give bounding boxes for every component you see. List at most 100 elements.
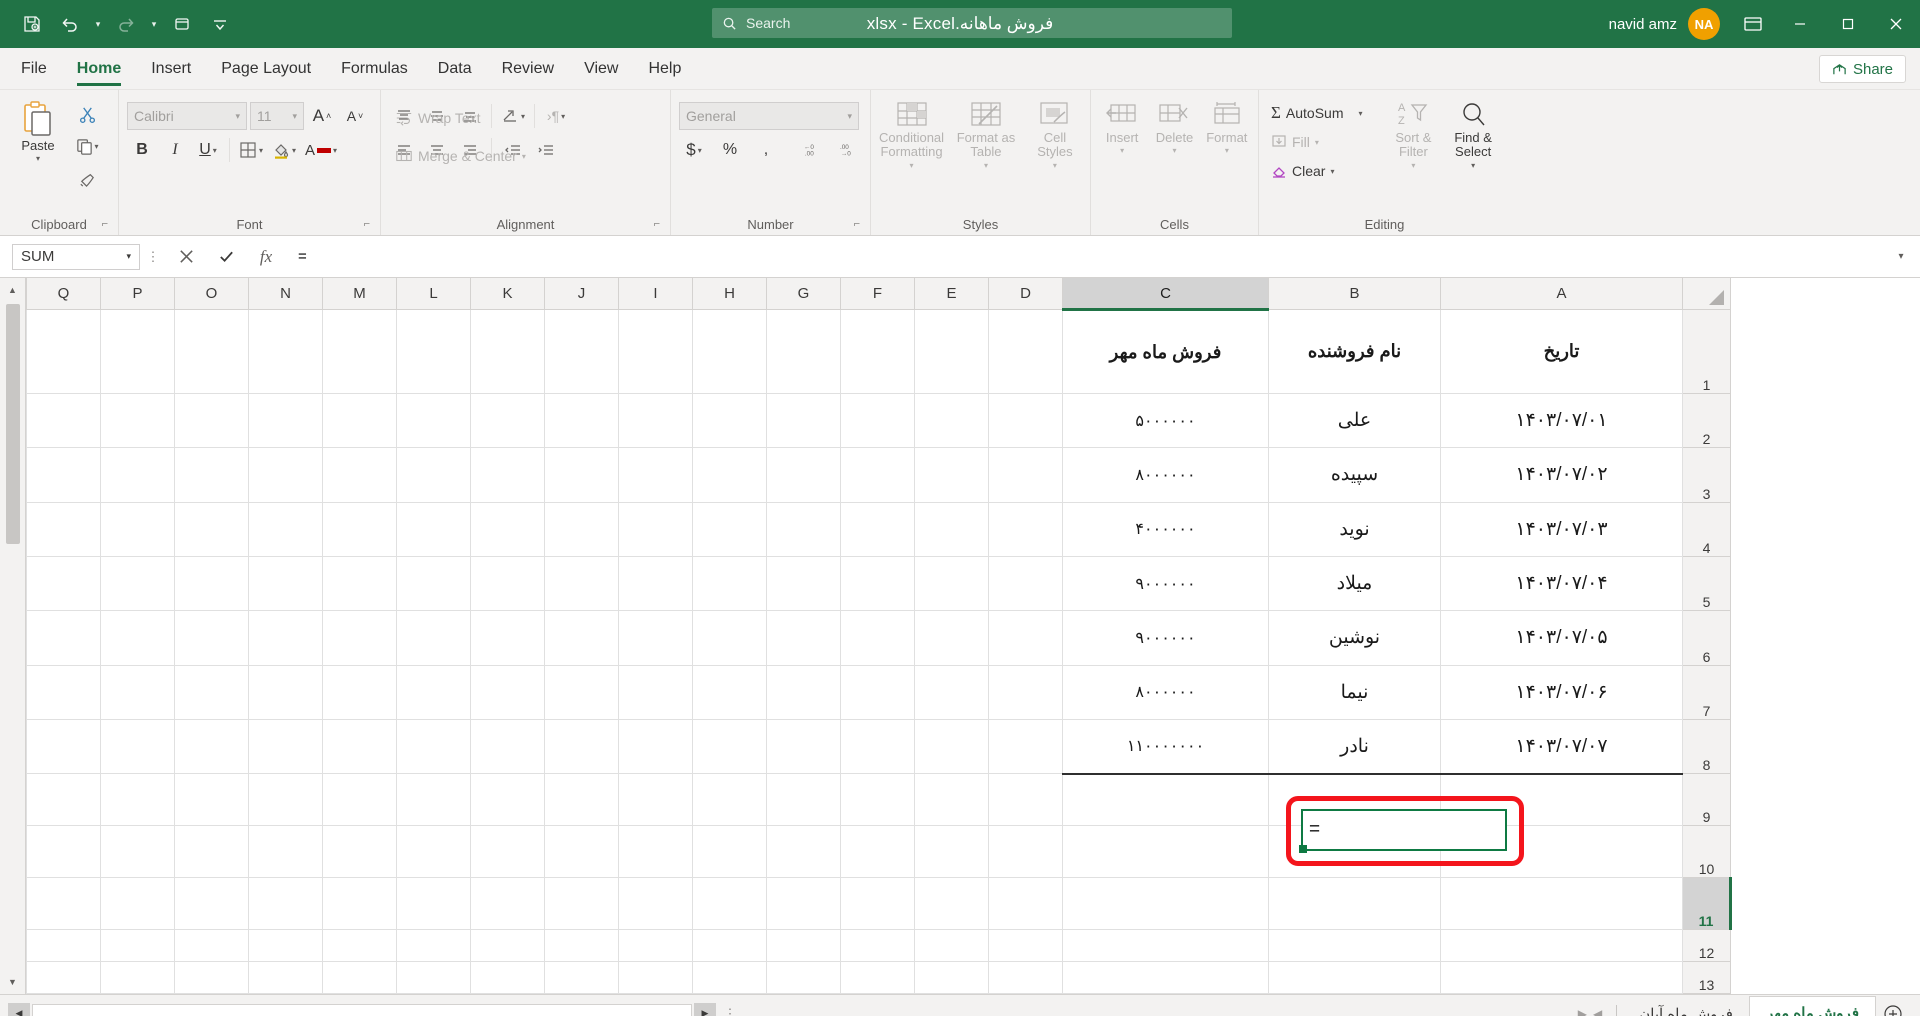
cell-Q1[interactable]	[26, 309, 101, 394]
cell-L11[interactable]	[396, 877, 471, 931]
copy-icon[interactable]: ▾	[72, 132, 102, 160]
cell-G3[interactable]	[766, 447, 841, 503]
cell-M10[interactable]	[322, 825, 397, 879]
row-header-2[interactable]: 2	[1682, 392, 1731, 449]
column-header-C[interactable]: C	[1062, 278, 1269, 312]
cell-A8[interactable]: ۱۴۰۳/۰۷/۰۷	[1440, 718, 1683, 775]
cell-M9[interactable]	[322, 773, 397, 827]
search-input[interactable]: Search	[712, 8, 1232, 38]
cell-H13[interactable]	[692, 961, 767, 994]
cell-O13[interactable]	[174, 961, 249, 994]
row-header-11[interactable]: 11	[1682, 877, 1732, 931]
cell-B5[interactable]: میلاد	[1268, 555, 1441, 612]
ribbon-display-options-icon[interactable]	[1730, 0, 1776, 48]
scroll-left-button[interactable]: ◀	[8, 1002, 30, 1016]
scroll-right-button[interactable]: ▶	[694, 1002, 716, 1016]
cell-E8[interactable]	[914, 718, 989, 775]
cell-O11[interactable]	[174, 877, 249, 931]
text-direction-button[interactable]: ›¶ ▾	[541, 102, 571, 130]
cell-G4[interactable]	[766, 501, 841, 557]
cell-A12[interactable]	[1440, 929, 1683, 963]
cell-Q11[interactable]	[26, 877, 101, 931]
cell-O8[interactable]	[174, 718, 249, 775]
cell-C13[interactable]	[1062, 961, 1269, 994]
row-header-3[interactable]: 3	[1682, 447, 1731, 503]
cell-B8[interactable]: نادر	[1268, 718, 1441, 775]
cell-L7[interactable]	[396, 664, 471, 720]
cell-E10[interactable]	[914, 825, 989, 879]
cell-B7[interactable]: نیما	[1268, 664, 1441, 720]
cell-D11[interactable]	[988, 877, 1063, 931]
font-dialog-launcher[interactable]: ⌐	[364, 218, 370, 230]
row-header-13[interactable]: 13	[1682, 961, 1731, 994]
sheet-tab-aban[interactable]: فروش ماه آبان	[1623, 996, 1749, 1016]
cell-A1[interactable]: تاریخ	[1440, 309, 1683, 394]
cell-I2[interactable]	[618, 392, 693, 449]
cell-L6[interactable]	[396, 610, 471, 666]
cell-M4[interactable]	[322, 501, 397, 557]
sheet-nav-next-icon[interactable]: ▶	[1578, 1007, 1587, 1016]
cell-G12[interactable]	[766, 929, 841, 963]
format-as-table-button[interactable]: Format as Table ▾	[954, 96, 1018, 170]
cell-D7[interactable]	[988, 664, 1063, 720]
cell-A13[interactable]	[1440, 961, 1683, 994]
column-header-O[interactable]: O	[174, 278, 249, 311]
row-header-7[interactable]: 7	[1682, 664, 1731, 720]
cell-F5[interactable]	[840, 555, 915, 612]
cell-A7[interactable]: ۱۴۰۳/۰۷/۰۶	[1440, 664, 1683, 720]
cell-O2[interactable]	[174, 392, 249, 449]
cell-P3[interactable]	[100, 447, 175, 503]
cell-I8[interactable]	[618, 718, 693, 775]
cell-P13[interactable]	[100, 961, 175, 994]
cell-N5[interactable]	[248, 555, 323, 612]
cell-E4[interactable]	[914, 501, 989, 557]
cell-H2[interactable]	[692, 392, 767, 449]
number-dialog-launcher[interactable]: ⌐	[854, 218, 860, 230]
cell-E3[interactable]	[914, 447, 989, 503]
row-header-5[interactable]: 5	[1682, 555, 1731, 612]
cell-I12[interactable]	[618, 929, 693, 963]
italic-button[interactable]: I	[160, 136, 190, 164]
cell-P1[interactable]	[100, 309, 175, 394]
fill-button[interactable]: Fill ▾	[1267, 129, 1367, 155]
cell-Q6[interactable]	[26, 610, 101, 666]
cell-L10[interactable]	[396, 825, 471, 879]
cell-M2[interactable]	[322, 392, 397, 449]
tab-insert[interactable]: Insert	[136, 49, 206, 89]
scroll-down-button[interactable]: ▼	[1, 970, 25, 994]
row-header-10[interactable]: 10	[1682, 825, 1731, 879]
close-button[interactable]	[1872, 0, 1920, 48]
cell-I9[interactable]	[618, 773, 693, 827]
cell-Q10[interactable]	[26, 825, 101, 879]
sheet-nav-prev-icon[interactable]: ◀	[1593, 1007, 1602, 1016]
vertical-scrollbar[interactable]: ▲ ▼	[0, 278, 26, 994]
cut-icon[interactable]	[72, 100, 102, 128]
cell-F11[interactable]	[840, 877, 915, 931]
cell-H1[interactable]	[692, 309, 767, 394]
cell-G1[interactable]	[766, 309, 841, 394]
column-header-M[interactable]: M	[322, 278, 397, 311]
cell-P6[interactable]	[100, 610, 175, 666]
cell-O1[interactable]	[174, 309, 249, 394]
cell-Q5[interactable]	[26, 555, 101, 612]
scrollbar-thumb[interactable]	[5, 304, 20, 544]
column-header-Q[interactable]: Q	[26, 278, 101, 311]
sort-filter-button[interactable]: A Z Sort & Filter ▾	[1385, 96, 1443, 170]
cell-P12[interactable]	[100, 929, 175, 963]
save-icon[interactable]	[14, 7, 50, 41]
touch-mode-icon[interactable]	[164, 7, 200, 41]
cell-G5[interactable]	[766, 555, 841, 612]
borders-button[interactable]: ▾	[236, 136, 266, 164]
cell-O10[interactable]	[174, 825, 249, 879]
cell-L2[interactable]	[396, 392, 471, 449]
cell-C1[interactable]: فروش ماه مهر	[1062, 309, 1269, 394]
cell-J4[interactable]	[544, 501, 619, 557]
cell-H6[interactable]	[692, 610, 767, 666]
cell-E1[interactable]	[914, 309, 989, 394]
cell-M8[interactable]	[322, 718, 397, 775]
column-header-N[interactable]: N	[248, 278, 323, 311]
cell-P4[interactable]	[100, 501, 175, 557]
cell-I10[interactable]	[618, 825, 693, 879]
share-button[interactable]: Share	[1818, 55, 1906, 83]
cell-M13[interactable]	[322, 961, 397, 994]
